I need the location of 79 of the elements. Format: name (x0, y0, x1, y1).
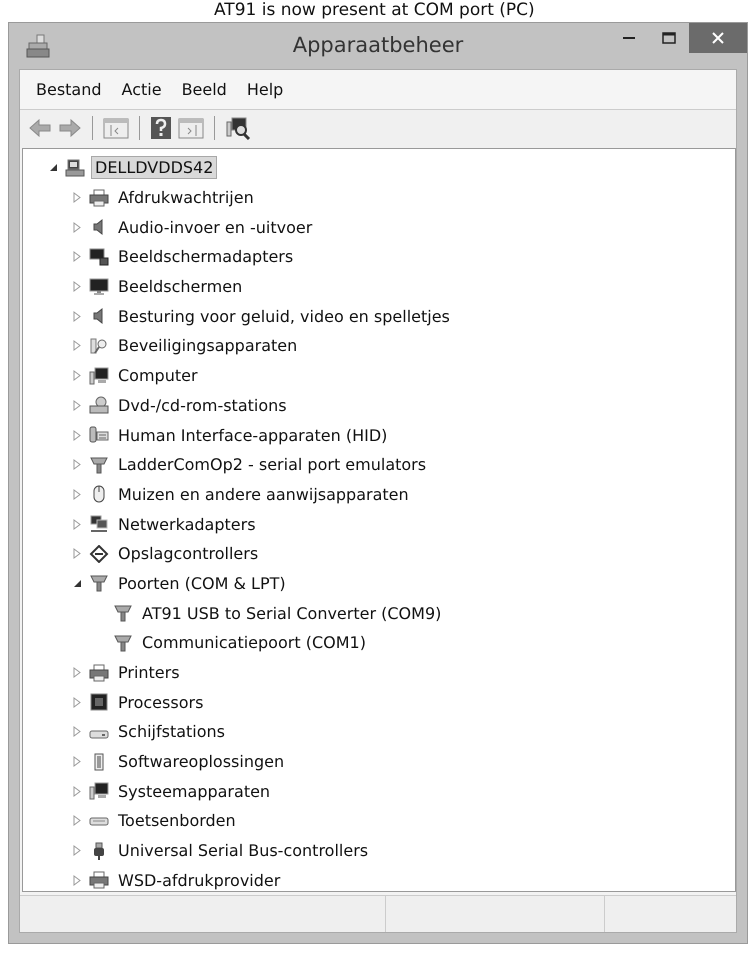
collapsed-icon[interactable] (73, 281, 81, 292)
tree-item[interactable]: Softwareoplossingen (115, 751, 288, 772)
collapsed-icon[interactable] (73, 518, 81, 530)
help-icon[interactable] (150, 116, 172, 140)
collapsed-icon[interactable] (73, 548, 81, 560)
tree-item[interactable]: Poorten (COM & LPT) (115, 572, 289, 594)
tree-item[interactable]: Netwerkadapters (115, 514, 259, 535)
printer-icon (89, 188, 109, 207)
collapsed-icon[interactable] (73, 370, 81, 382)
tree-item[interactable]: Beveiligingsapparaten (115, 335, 300, 356)
panel-icon[interactable] (103, 117, 129, 139)
collapsed-icon[interactable] (73, 310, 81, 322)
collapsed-icon[interactable] (73, 696, 81, 708)
printer-icon (89, 871, 109, 890)
connector-icon (89, 456, 109, 474)
caption-text: AT91 is now present at COM port (PC) (214, 0, 535, 20)
collapsed-icon[interactable] (73, 756, 81, 768)
close-button[interactable] (689, 23, 747, 53)
scan-icon[interactable] (225, 116, 251, 140)
monitor-icon (89, 248, 109, 266)
tree-item[interactable]: Beeldschermen (115, 276, 246, 298)
collapsed-icon[interactable] (73, 786, 81, 797)
key-icon (89, 336, 109, 355)
collapsed-icon[interactable] (73, 192, 81, 204)
disc-drive-icon (89, 396, 109, 414)
collapsed-icon[interactable] (73, 251, 81, 262)
tree-item[interactable]: Besturing voor geluid, video en spelletjes (115, 306, 453, 327)
close-icon (712, 32, 724, 44)
connector-icon (113, 634, 133, 652)
drive-icon (89, 730, 109, 740)
tree-item[interactable]: Toetsenborden (115, 810, 239, 832)
back-icon[interactable] (28, 117, 52, 139)
tree-item[interactable]: WSD-afdrukprovider (115, 870, 284, 891)
collapsed-icon[interactable] (73, 340, 81, 352)
collapsed-icon[interactable] (73, 488, 81, 500)
tree-item[interactable]: Computer (115, 365, 201, 386)
expanded-icon[interactable] (48, 163, 58, 172)
tree-item[interactable]: Afdrukwachtrijen (115, 187, 257, 208)
panel-icon[interactable] (178, 117, 204, 139)
collapsed-icon[interactable] (73, 459, 81, 470)
tree-item[interactable]: Schijfstations (115, 721, 228, 742)
tree-item[interactable]: Audio-invoer en -uitvoer (115, 216, 316, 238)
collapsed-icon[interactable] (73, 400, 81, 411)
connector-icon (113, 604, 133, 622)
collapsed-icon[interactable] (73, 726, 81, 738)
collapsed-icon[interactable] (73, 667, 81, 678)
tree-item[interactable]: Human Interface-apparaten (HID) (115, 424, 390, 446)
tree-item[interactable]: AT91 USB to Serial Converter (COM9) (139, 602, 444, 624)
tree-item[interactable]: LadderComOp2 - serial port emulators (115, 454, 430, 476)
window-title: Apparaatbeheer (292, 33, 464, 57)
collapsed-icon[interactable] (73, 874, 81, 886)
tree-item[interactable]: Printers (115, 662, 183, 684)
tree-item[interactable]: Processors (115, 692, 206, 713)
menu-item[interactable]: Beeld (174, 78, 235, 101)
menu-item[interactable]: Help (238, 78, 292, 101)
collapsed-icon[interactable] (73, 430, 81, 441)
connector-icon (89, 574, 109, 592)
tree-item[interactable]: Systeemapparaten (115, 780, 274, 802)
tree-item[interactable]: DELLDVDDS42 (91, 156, 218, 180)
printer-icon (89, 664, 109, 682)
tree-item[interactable]: Beeldschermadapters (115, 246, 296, 268)
chip-icon (89, 693, 109, 712)
tree-item[interactable]: Opslagcontrollers (115, 543, 262, 564)
expanded-icon[interactable] (72, 578, 82, 588)
diamond-icon (89, 544, 109, 563)
collapsed-icon[interactable] (73, 845, 81, 856)
maximize-icon (662, 32, 676, 44)
forward-icon[interactable] (58, 117, 82, 139)
minimize-icon (623, 37, 635, 39)
collapsed-icon[interactable] (73, 222, 81, 233)
menu-item[interactable]: Bestand (28, 78, 110, 101)
monitor-icon (89, 278, 109, 296)
network-icon (89, 515, 109, 534)
tree-item[interactable]: Communicatiepoort (COM1) (139, 632, 369, 654)
tree-item[interactable]: Dvd-/cd-rom-stations (115, 394, 290, 416)
collapsed-icon[interactable] (73, 815, 81, 826)
menu-item[interactable]: Actie (114, 78, 170, 101)
tree-item[interactable]: Universal Serial Bus-controllers (115, 840, 372, 862)
tree-item[interactable]: Muizen en andere aanwijsapparaten (115, 484, 412, 505)
